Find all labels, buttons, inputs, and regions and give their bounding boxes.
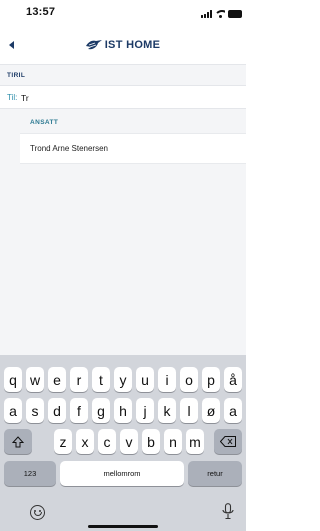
home-indicator [88,525,158,528]
backspace-icon [220,436,236,447]
emoji-icon[interactable] [30,505,45,520]
key-x[interactable]: x [76,429,94,454]
key-e[interactable]: e [48,367,66,392]
key-u[interactable]: u [136,367,154,392]
key-j[interactable]: j [136,398,154,423]
suggestion-list: Trond Arne Stenersen [20,133,246,164]
backspace-key[interactable] [214,429,242,454]
recipient-label: Til: [7,93,18,102]
key-f[interactable]: f [70,398,88,423]
key-q[interactable]: q [4,367,22,392]
key-v[interactable]: v [120,429,138,454]
brand: IST HOME [0,39,246,51]
key-y[interactable]: y [114,367,132,392]
return-key[interactable]: retur [188,461,242,486]
key-w[interactable]: w [26,367,44,392]
suggestion-item[interactable]: Trond Arne Stenersen [20,134,246,164]
microphone-icon[interactable] [222,503,234,525]
suggestion-group-title: ANSATT [30,119,59,126]
app-screen: 13:57 IST HOME TIRIL Til: Tr ANSATT Tron… [0,0,246,531]
wifi-icon [215,10,225,18]
key-aa[interactable]: å [224,367,242,392]
shift-icon [12,435,24,448]
key-oe[interactable]: ø [202,398,220,423]
space-key[interactable]: mellomrom [60,461,184,486]
key-i[interactable]: i [158,367,176,392]
key-h[interactable]: h [114,398,132,423]
status-bar: 13:57 [0,0,246,24]
brand-name: IST HOME [104,39,161,51]
key-l[interactable]: l [180,398,198,423]
suggestions-panel: ANSATT Trond Arne Stenersen [0,109,246,355]
key-ae[interactable]: a [224,398,242,423]
key-d[interactable]: d [48,398,66,423]
key-s[interactable]: s [26,398,44,423]
section-title: TIRIL [7,72,26,79]
recipient-row: Til: [0,86,246,109]
nav-bar: IST HOME [0,30,246,60]
key-a[interactable]: a [4,398,22,423]
key-o[interactable]: o [180,367,198,392]
key-c[interactable]: c [98,429,116,454]
key-z[interactable]: z [54,429,72,454]
key-m[interactable]: m [186,429,204,454]
key-g[interactable]: g [92,398,110,423]
ist-bird-logo-icon [85,39,102,51]
key-t[interactable]: t [92,367,110,392]
recipient-input[interactable] [21,90,221,105]
battery-icon [228,10,242,18]
shift-key[interactable] [4,429,32,454]
keyboard: q w e r t y u i o p å a s d f g h j k l … [0,355,246,531]
status-time: 13:57 [26,6,56,18]
signal-icon [201,10,212,18]
key-p[interactable]: p [202,367,220,392]
key-r[interactable]: r [70,367,88,392]
status-icons [201,8,242,18]
key-b[interactable]: b [142,429,160,454]
section-header: TIRIL [0,64,246,86]
key-n[interactable]: n [164,429,182,454]
key-k[interactable]: k [158,398,176,423]
numbers-key[interactable]: 123 [4,461,56,486]
